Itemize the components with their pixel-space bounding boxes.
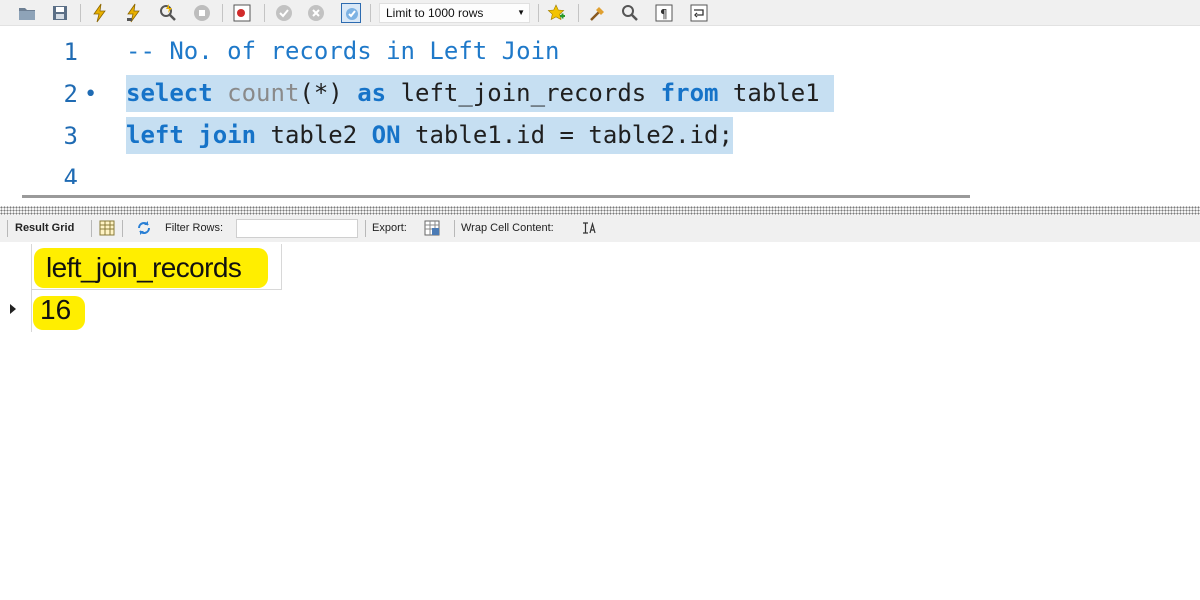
scrollbar-thumb[interactable] bbox=[22, 195, 970, 198]
current-row-arrow-icon bbox=[10, 304, 16, 314]
editor-line: 3 left join table2 ON table1.id = table2… bbox=[0, 114, 1200, 156]
wrap-icon[interactable] bbox=[689, 3, 709, 23]
bookmark-icon[interactable] bbox=[546, 3, 566, 23]
sql-text: table1.id = table2.id; bbox=[415, 121, 733, 149]
panel-splitter[interactable] bbox=[0, 206, 1200, 215]
code-line-3: left join table2 ON table1.id = table2.i… bbox=[126, 117, 733, 154]
result-cell[interactable]: 16 bbox=[40, 294, 71, 326]
wrap-cell-icon[interactable] bbox=[581, 220, 597, 236]
autocommit-icon[interactable] bbox=[341, 3, 361, 23]
open-folder-icon[interactable] bbox=[17, 3, 37, 23]
main-toolbar: Limit to 1000 rows ▼ ¶ bbox=[0, 0, 1200, 26]
editor-line: 2 • select count(*) as left_join_records… bbox=[0, 72, 1200, 114]
toggle-errors-icon[interactable] bbox=[232, 3, 252, 23]
sql-keyword: from bbox=[660, 79, 719, 107]
rollback-icon[interactable] bbox=[306, 3, 326, 23]
sql-comment: -- No. of records in Left Join bbox=[126, 37, 560, 65]
export-icon[interactable] bbox=[424, 220, 440, 236]
stop-icon[interactable] bbox=[192, 3, 212, 23]
beautify-icon[interactable] bbox=[588, 3, 608, 23]
wrap-cell-content-label: Wrap Cell Content: bbox=[461, 222, 554, 234]
line-number: 1 bbox=[63, 38, 78, 66]
export-label: Export: bbox=[372, 222, 407, 234]
sql-keyword: as bbox=[357, 79, 387, 107]
sql-identifier: left_join_records bbox=[400, 79, 647, 107]
current-statement-marker: • bbox=[84, 82, 98, 107]
result-toolbar: Result Grid Filter Rows: Export: Wrap Ce… bbox=[0, 215, 1200, 242]
save-icon[interactable] bbox=[50, 3, 70, 23]
commit-icon[interactable] bbox=[274, 3, 294, 23]
code-line-2: select count(*) as left_join_records fro… bbox=[126, 75, 835, 112]
limit-rows-select[interactable]: Limit to 1000 rows ▼ bbox=[379, 3, 530, 23]
invisible-chars-icon[interactable]: ¶ bbox=[654, 3, 674, 23]
column-header-label: left_join_records bbox=[46, 252, 242, 283]
result-grid: left_join_records 16 bbox=[0, 242, 1200, 600]
filter-rows-input[interactable] bbox=[236, 219, 358, 238]
execute-current-icon[interactable] bbox=[124, 3, 144, 23]
editor-line: 1 -- No. of records in Left Join bbox=[0, 30, 1200, 72]
sql-keyword: left bbox=[126, 121, 184, 149]
find-icon[interactable] bbox=[620, 3, 640, 23]
limit-rows-label: Limit to 1000 rows bbox=[386, 6, 484, 20]
chevron-down-icon: ▼ bbox=[517, 8, 525, 17]
sql-identifier: table1 bbox=[732, 79, 820, 107]
line-number: 2 bbox=[63, 80, 78, 108]
svg-text:¶: ¶ bbox=[660, 7, 668, 21]
grid-view-icon[interactable] bbox=[99, 220, 115, 236]
explain-icon[interactable] bbox=[158, 3, 178, 23]
line-number: 3 bbox=[63, 122, 78, 150]
sql-keyword: select bbox=[126, 79, 213, 107]
sql-keyword: join bbox=[198, 121, 257, 149]
row-header-column bbox=[0, 244, 32, 332]
filter-rows-label: Filter Rows: bbox=[165, 222, 224, 234]
sql-function: count bbox=[227, 79, 300, 107]
sql-text: (*) bbox=[299, 79, 343, 107]
result-grid-tab[interactable]: Result Grid bbox=[15, 222, 74, 234]
code-line-1: -- No. of records in Left Join bbox=[126, 33, 559, 70]
execute-icon[interactable] bbox=[90, 3, 110, 23]
sql-identifier: table2 bbox=[270, 121, 358, 149]
sql-editor[interactable]: 1 -- No. of records in Left Join 2 • sel… bbox=[0, 26, 1200, 192]
refresh-icon[interactable] bbox=[136, 220, 152, 236]
sql-keyword: ON bbox=[371, 121, 401, 149]
